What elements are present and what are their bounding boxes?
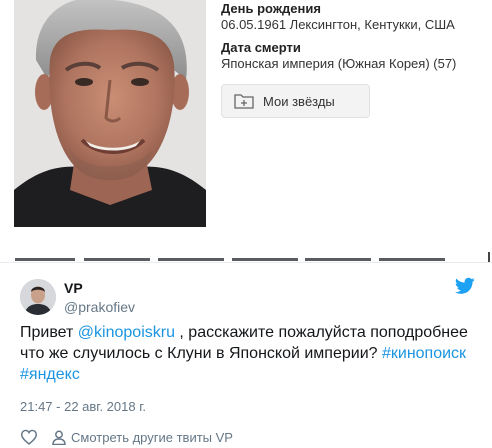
thumbnail-bar <box>158 258 224 261</box>
thumbnail-bar <box>305 258 371 261</box>
tweet-timestamp[interactable]: 21:47 - 22 авг. 2018 г. <box>20 399 146 414</box>
author-handle[interactable]: @prakofiev <box>64 299 135 315</box>
user-icon <box>52 430 66 445</box>
more-tweets-link[interactable]: Смотреть другие твиты VP <box>52 430 233 445</box>
folder-plus-icon <box>234 94 254 109</box>
author-name[interactable]: VP <box>64 280 83 296</box>
birth-date-value: 06.05.1961 Лексингтон, Кентукки, США <box>221 17 455 32</box>
hashtag-link[interactable]: #яндекс <box>20 366 80 383</box>
thumbnail-bar <box>232 258 298 261</box>
mention-link[interactable]: @kinopoiskru <box>78 324 175 341</box>
birth-date-label: День рождения <box>221 1 321 16</box>
embedded-screenshot: День рождения 06.05.1961 Лексингтон, Кен… <box>0 0 492 262</box>
twitter-bird-icon[interactable] <box>455 277 475 295</box>
more-tweets-label: Смотреть другие твиты VP <box>71 429 233 445</box>
thumbnail-bar <box>15 258 75 261</box>
user-icon <box>20 279 56 315</box>
avatar[interactable] <box>20 279 56 315</box>
actor-photo <box>14 0 206 227</box>
divider <box>488 252 490 262</box>
tweet-text-part: Привет <box>20 324 78 341</box>
profile-info: День рождения 06.05.1961 Лексингтон, Кен… <box>221 0 481 79</box>
tweet-card: VP @prakofiev Привет @kinopoiskru , расс… <box>0 262 492 448</box>
portrait-image <box>14 0 206 227</box>
thumbnail-bar <box>84 258 150 261</box>
hashtag-link[interactable]: #кинопоиск <box>382 345 466 362</box>
heart-icon[interactable] <box>20 429 38 445</box>
my-stars-button[interactable]: Мои звёзды <box>221 84 370 118</box>
my-stars-label: Мои звёзды <box>263 93 335 109</box>
thumbnail-strip <box>0 240 492 262</box>
tweet-actions: Смотреть другие твиты VP <box>20 428 233 446</box>
death-date-value: Японская империя (Южная Корея) (57) <box>221 56 457 71</box>
tweet-text: Привет @kinopoiskru , расскажите пожалуй… <box>20 322 480 385</box>
death-date-label: Дата смерти <box>221 40 301 55</box>
thumbnail-bar <box>379 258 445 261</box>
